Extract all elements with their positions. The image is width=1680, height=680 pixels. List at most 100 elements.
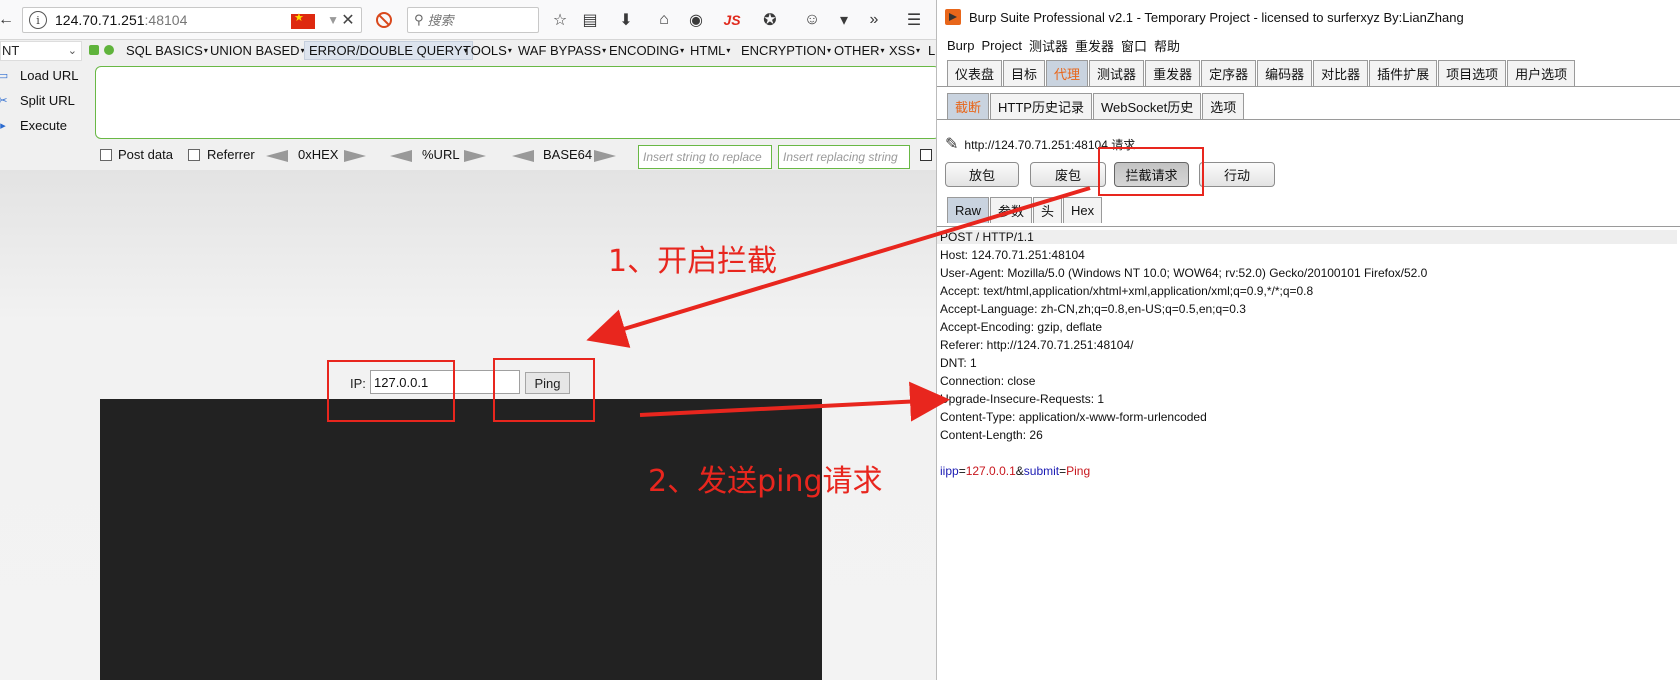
- request-line: Accept-Encoding: gzip, deflate: [940, 320, 1103, 334]
- tab-extender[interactable]: 插件扩展: [1369, 60, 1438, 86]
- split-url-button[interactable]: ✂ Split URL: [0, 89, 75, 111]
- split-url-label: Split URL: [20, 92, 75, 108]
- request-line: POST / HTTP/1.1: [937, 230, 1677, 244]
- menu-intruder[interactable]: 测试器: [1029, 36, 1068, 55]
- replacing-string-input[interactable]: Insert replacing string: [778, 145, 910, 169]
- base64-label: BASE64: [543, 147, 593, 162]
- tab-comparer[interactable]: 对比器: [1313, 60, 1369, 86]
- search-input[interactable]: [427, 12, 528, 28]
- load-url-button[interactable]: ▭ Load URL: [0, 64, 79, 86]
- hackbar-select-value: NT: [2, 43, 20, 58]
- request-line: Referer: http://124.70.71.251:48104/: [940, 338, 1134, 352]
- burp-window: Burp Suite Professional v2.1 - Temporary…: [936, 0, 1680, 680]
- menu-xss[interactable]: XSS▾: [889, 43, 920, 58]
- tab-user-options[interactable]: 用户选项: [1507, 60, 1576, 86]
- tab-divider: [937, 86, 1680, 87]
- menu-encoding[interactable]: ENCODING▾: [609, 43, 684, 58]
- menu-help[interactable]: 帮助: [1154, 36, 1180, 55]
- menu-label: TOOLS: [463, 43, 507, 58]
- window-title: Burp Suite Professional v2.1 - Temporary…: [969, 9, 1464, 25]
- menu-window[interactable]: 窗口: [1121, 36, 1147, 55]
- menu-burp[interactable]: Burp: [947, 38, 974, 53]
- tab-sequencer[interactable]: 定序器: [1201, 60, 1257, 86]
- clear-icon[interactable]: ✕: [334, 8, 362, 32]
- tab-raw[interactable]: Raw: [947, 197, 990, 223]
- hackbar-select[interactable]: NT ⌄: [0, 41, 82, 61]
- download-icon[interactable]: ⬇: [614, 8, 638, 32]
- base64-decode-arrow-icon[interactable]: [512, 150, 534, 162]
- tab-project-options[interactable]: 项目选项: [1438, 60, 1507, 86]
- tab-http-history[interactable]: HTTP历史记录: [990, 93, 1092, 119]
- menu-label: ENCODING: [609, 43, 680, 58]
- menu-tools[interactable]: TOOLS▾: [463, 43, 512, 58]
- back-icon[interactable]: ←: [0, 8, 18, 32]
- palette-icon[interactable]: ☺: [800, 8, 824, 32]
- tab-headers[interactable]: 头: [1033, 197, 1063, 223]
- js-toggle-icon[interactable]: JS: [720, 8, 744, 32]
- menu-encryption[interactable]: ENCRYPTION▾: [741, 43, 831, 58]
- tab-hex[interactable]: Hex: [1063, 197, 1103, 223]
- home-icon[interactable]: ⌂: [652, 8, 676, 32]
- menu-html[interactable]: HTML▾: [690, 43, 730, 58]
- menu-union-based[interactable]: UNION BASED▾: [210, 43, 305, 58]
- replace-all-checkbox[interactable]: [920, 149, 932, 161]
- hamburger-menu-icon[interactable]: ☰: [902, 8, 926, 32]
- hackbar-menubar: NT ⌄ SQL BASICS▾ UNION BASED▾ ERROR/DOUBL…: [0, 40, 936, 62]
- search-box[interactable]: ⚲: [407, 7, 539, 33]
- url-decode-arrow-icon[interactable]: [390, 150, 412, 162]
- extension-icon[interactable]: ✪: [758, 8, 782, 32]
- post-data-checkbox[interactable]: [100, 149, 112, 161]
- reading-list-icon[interactable]: ▤: [578, 8, 602, 32]
- referrer-checkbox[interactable]: [188, 149, 200, 161]
- tab-websocket-history[interactable]: WebSocket历史: [1092, 93, 1202, 119]
- tab-dashboard[interactable]: 仪表盘: [947, 60, 1003, 86]
- execute-button[interactable]: ▸ Execute: [0, 114, 67, 136]
- extension-globe-icon[interactable]: ◉: [684, 8, 708, 32]
- tab-repeater[interactable]: 重发器: [1145, 60, 1201, 86]
- hex-decode-arrow-icon[interactable]: [266, 150, 288, 162]
- annotation-step2: 2、发送ping请求: [648, 464, 883, 499]
- block-icon[interactable]: [372, 8, 396, 32]
- menu-error-double-query[interactable]: ERROR/DOUBLE QUERY▾: [304, 41, 473, 60]
- menu-sql-basics[interactable]: SQL BASICS▾: [126, 43, 208, 58]
- tab-options[interactable]: 选项: [1202, 93, 1245, 119]
- menu-project[interactable]: Project: [981, 38, 1021, 53]
- china-flag-icon: [291, 11, 315, 29]
- bookmark-star-icon[interactable]: ☆: [548, 8, 572, 32]
- annotation-step1: 1、开启拦截: [608, 244, 778, 279]
- request-body: iipp=127.0.0.1&submit=Ping: [940, 464, 1091, 478]
- url-host: 124.70.71.251: [55, 12, 145, 28]
- tab-intruder[interactable]: 测试器: [1089, 60, 1145, 86]
- menu-waf-bypass[interactable]: WAF BYPASS▾: [518, 43, 606, 58]
- hackbar-side-actions: ▭ Load URL ✂ Split URL ▸ Execute: [0, 64, 92, 140]
- site-info-icon[interactable]: i: [29, 11, 47, 29]
- tab-intercept[interactable]: 截断: [947, 93, 990, 119]
- base64-encode-arrow-icon[interactable]: [594, 150, 616, 162]
- url-bar[interactable]: i 124.70.71.251:48104 ▼: [22, 7, 362, 33]
- plus-icon[interactable]: [104, 45, 114, 55]
- tab-proxy[interactable]: 代理: [1046, 60, 1089, 86]
- menu-chevron-icon[interactable]: ▾: [832, 8, 856, 32]
- tab-target[interactable]: 目标: [1003, 60, 1046, 86]
- load-url-icon: ▭: [0, 69, 9, 82]
- menu-label: SQL BASICS: [126, 43, 203, 58]
- forward-button[interactable]: 放包: [945, 162, 1019, 187]
- menu-label: ERROR/DOUBLE QUERY: [309, 43, 463, 58]
- hex-encode-arrow-icon[interactable]: [344, 150, 366, 162]
- hackbar-url-textarea[interactable]: [95, 66, 936, 139]
- replace-string-input[interactable]: Insert string to replace: [638, 145, 772, 169]
- menu-repeater[interactable]: 重发器: [1075, 36, 1114, 55]
- tab-decoder[interactable]: 编码器: [1257, 60, 1313, 86]
- minus-icon[interactable]: [89, 45, 99, 55]
- request-editor[interactable]: POST / HTTP/1.1 Host: 124.70.71.251:4810…: [937, 226, 1680, 680]
- menu-l[interactable]: L: [928, 43, 935, 58]
- url-encode-arrow-icon[interactable]: [464, 150, 486, 162]
- drop-button[interactable]: 废包: [1030, 162, 1106, 187]
- overflow-icon[interactable]: »: [862, 8, 886, 32]
- request-line: Accept-Language: zh-CN,zh;q=0.8,en-US;q=…: [940, 302, 1246, 316]
- pencil-icon[interactable]: ✎: [945, 134, 958, 154]
- action-button[interactable]: 行动: [1199, 162, 1275, 187]
- menu-other[interactable]: OTHER▾: [834, 43, 885, 58]
- tab-params[interactable]: 参数: [990, 197, 1033, 223]
- param-name: submit: [1023, 464, 1060, 478]
